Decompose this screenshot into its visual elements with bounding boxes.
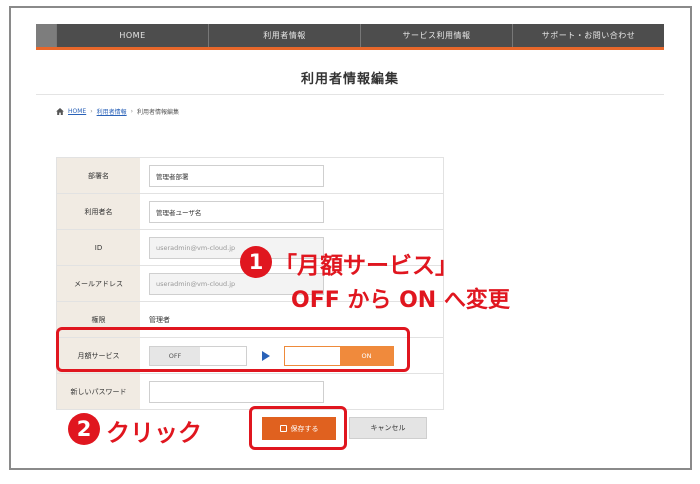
step-2-badge: 2: [68, 413, 100, 445]
id-label: ID: [56, 230, 140, 265]
username-input[interactable]: 管理者ユーザ名: [149, 200, 324, 223]
page-title: 利用者情報編集: [300, 72, 399, 87]
save-icon: [279, 425, 287, 432]
new-password-label: 新しいパスワード: [56, 374, 140, 409]
breadcrumb-user-info-link[interactable]: 利用者情報: [97, 107, 127, 116]
nav-item-support[interactable]: サポート・お問い合わせ: [512, 24, 664, 47]
breadcrumb: HOME › 利用者情報 › 利用者情報編集: [56, 107, 179, 116]
nav-item-user-info[interactable]: 利用者情報: [208, 24, 360, 47]
breadcrumb-current: 利用者情報編集: [137, 109, 180, 116]
nav-item-service-info[interactable]: サービス利用情報: [360, 24, 512, 47]
monthly-service-highlight: [56, 327, 410, 372]
title-divider: [36, 94, 664, 95]
home-icon: [56, 108, 64, 115]
new-password-input[interactable]: [149, 380, 324, 403]
step-1-badge: 1: [240, 246, 272, 278]
breadcrumb-separator: ›: [130, 108, 134, 115]
nav-left-cap: [36, 24, 56, 47]
step-1-text-line1: 「月額サービス」: [274, 253, 458, 279]
form-row-department: 部署名 管理者部署: [56, 158, 444, 194]
username-label: 利用者名: [56, 194, 140, 229]
save-button[interactable]: 保存する: [262, 417, 336, 440]
save-button-label: 保存する: [290, 424, 319, 433]
department-input[interactable]: 管理者部署: [149, 164, 324, 187]
form-row-new-password: 新しいパスワード: [56, 374, 444, 410]
department-label: 部署名: [56, 158, 140, 193]
step-2-text: クリック: [106, 419, 202, 447]
nav-item-home[interactable]: HOME: [56, 24, 208, 47]
email-label: メールアドレス: [56, 266, 140, 301]
main-nav: HOME 利用者情報 サービス利用情報 サポート・お問い合わせ: [36, 24, 664, 50]
breadcrumb-separator: ›: [90, 108, 93, 115]
cancel-button[interactable]: キャンセル: [349, 417, 427, 439]
step-1-text-line2: OFF から ON へ変更: [291, 288, 510, 313]
breadcrumb-home-link[interactable]: HOME: [68, 108, 86, 115]
form-row-username: 利用者名 管理者ユーザ名: [56, 194, 444, 230]
